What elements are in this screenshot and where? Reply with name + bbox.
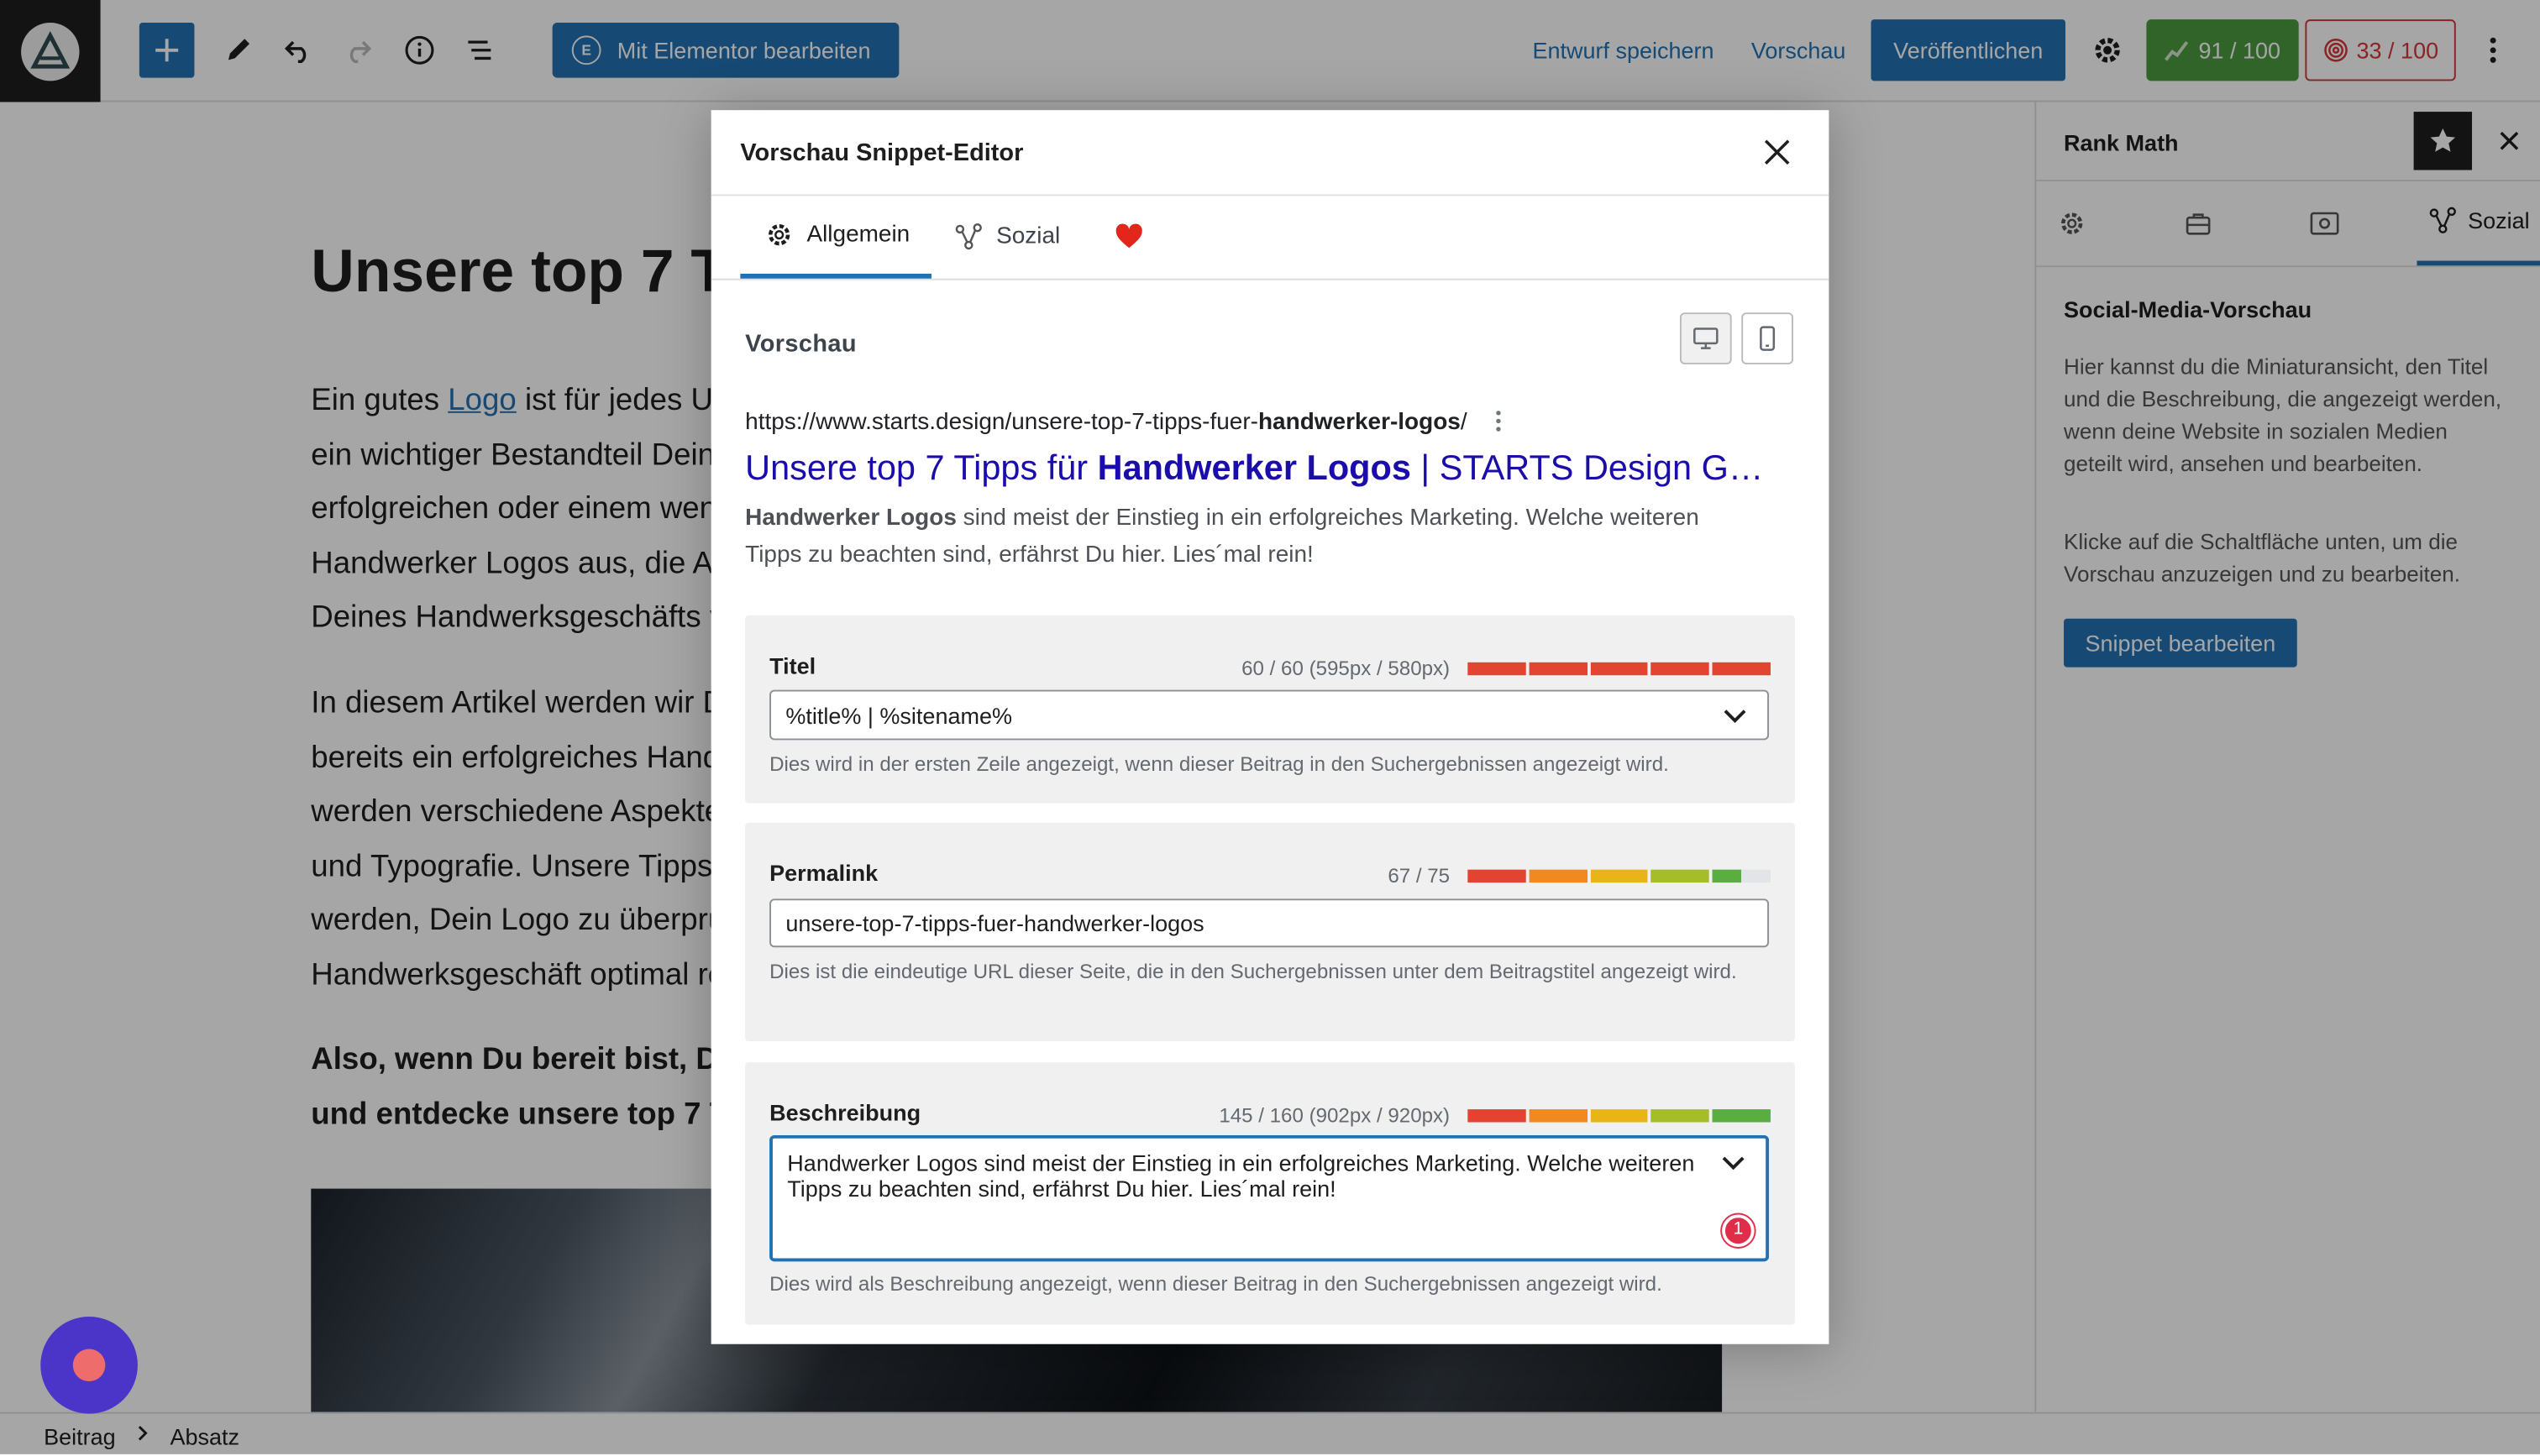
serp-url-text: / xyxy=(1460,409,1467,436)
description-length-bar xyxy=(1467,1109,1771,1123)
serp-title-keyword: Handwerker Logos xyxy=(1097,448,1411,488)
close-icon xyxy=(1764,139,1790,165)
tab-general[interactable]: Allgemein xyxy=(740,194,932,279)
serp-url-text: https://www.starts.design/unsere-top-7-t… xyxy=(745,409,1258,436)
serp-url-keyword: handwerker-logos xyxy=(1257,409,1461,436)
permalink-value: unsere-top-7-tipps-fuer-handwerker-logos xyxy=(785,909,1204,936)
tab-general-label: Allgemein xyxy=(806,221,911,248)
grammar-issue-badge[interactable]: 1 xyxy=(1722,1214,1755,1248)
serp-more-icon xyxy=(1493,408,1504,443)
title-select-value: %title% | %sitename% xyxy=(785,702,1013,728)
description-help-text: Dies wird als Beschreibung angezeigt, we… xyxy=(769,1272,1662,1296)
chevron-down-icon xyxy=(1722,1156,1745,1171)
title-field-label: Titel xyxy=(769,652,816,679)
title-select[interactable]: %title% | %sitename% xyxy=(769,689,1770,741)
mobile-icon xyxy=(1760,326,1776,351)
heart-icon xyxy=(1115,223,1142,249)
description-field-card: Beschreibung 145 / 160 (902px / 920px) H… xyxy=(745,1062,1795,1325)
permalink-input[interactable]: unsere-top-7-tipps-fuer-handwerker-logos xyxy=(769,898,1770,948)
gear-icon xyxy=(768,223,790,245)
serp-title-text: Unsere top 7 Tipps für xyxy=(745,448,1098,488)
modal-body: Vorschau https://www.starts.design/unser… xyxy=(711,279,1829,1344)
preview-label: Vorschau xyxy=(745,330,857,359)
title-field-card: Titel 60 / 60 (595px / 580px) %title% | … xyxy=(745,615,1795,804)
description-value: Handwerker Logos sind meist der Einstieg… xyxy=(787,1150,1695,1202)
close-modal-button[interactable] xyxy=(1755,129,1800,175)
permalink-char-count: 67 / 75 xyxy=(1388,864,1451,888)
serp-title: Unsere top 7 Tipps für Handwerker Logos … xyxy=(745,448,1763,489)
serp-description: Handwerker Logos sind meist der Einstieg… xyxy=(745,500,1733,575)
share-icon xyxy=(955,223,982,250)
permalink-field-card: Permalink 67 / 75 unsere-top-7-tipps-fue… xyxy=(745,822,1795,1042)
snippet-editor-modal: Vorschau Snippet-Editor Allgemein Sozial… xyxy=(711,110,1829,1344)
tab-social[interactable]: Sozial xyxy=(954,194,1084,278)
tab-pro[interactable] xyxy=(1105,194,1153,278)
mobile-preview-button[interactable] xyxy=(1741,312,1793,364)
desktop-icon xyxy=(1693,327,1719,349)
serp-url: https://www.starts.design/unsere-top-7-t… xyxy=(745,410,1467,436)
desktop-preview-button[interactable] xyxy=(1679,312,1732,364)
chevron-down-icon xyxy=(1724,710,1746,723)
title-length-bar xyxy=(1467,662,1771,676)
serp-title-text: | STARTS Design G… xyxy=(1410,448,1764,488)
permalink-length-bar xyxy=(1467,869,1771,883)
title-help-text: Dies wird in der ersten Zeile angezeigt,… xyxy=(769,752,1669,776)
tab-social-label: Sozial xyxy=(996,223,1061,250)
description-char-count: 145 / 160 (902px / 920px) xyxy=(1219,1104,1451,1128)
screen-recorder-button[interactable] xyxy=(40,1316,138,1414)
modal-tabs: Allgemein Sozial xyxy=(711,194,1829,280)
modal-header: Vorschau Snippet-Editor xyxy=(711,110,1829,196)
record-icon xyxy=(72,1349,106,1382)
description-field-label: Beschreibung xyxy=(769,1099,921,1126)
description-textarea[interactable]: Handwerker Logos sind meist der Einstieg… xyxy=(769,1134,1770,1262)
serp-desc-keyword: Handwerker Logos xyxy=(745,505,957,532)
title-char-count: 60 / 60 (595px / 580px) xyxy=(1241,657,1451,681)
modal-title: Vorschau Snippet-Editor xyxy=(740,139,1024,167)
permalink-help-text: Dies ist die eindeutige URL dieser Seite… xyxy=(769,960,1737,983)
permalink-field-label: Permalink xyxy=(769,860,879,886)
